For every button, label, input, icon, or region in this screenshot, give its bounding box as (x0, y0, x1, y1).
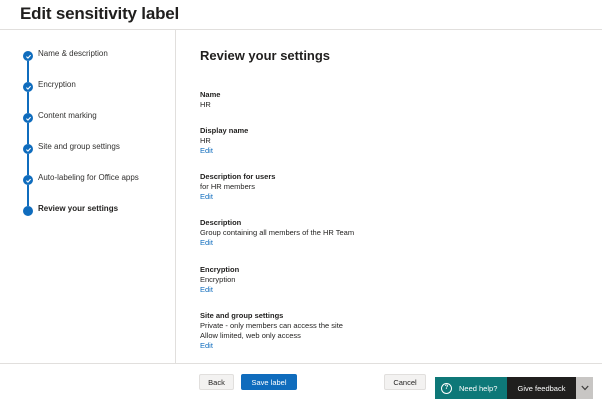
step-label: Name & description (38, 49, 108, 58)
field-value: Allow limited, web only access (200, 331, 301, 340)
field-value: for HR members (200, 182, 256, 191)
field-value: Private - only members can access the si… (200, 321, 343, 330)
need-help-button[interactable]: ? Need help? (435, 377, 507, 399)
page-title: Edit sensitivity label (20, 4, 180, 23)
field-value: Encryption (200, 275, 236, 284)
back-button[interactable]: Back (199, 374, 234, 390)
field-label: Display name (200, 126, 249, 135)
review-encryption: Encryption Encryption Edit (200, 265, 580, 295)
edit-description-link[interactable]: Edit (200, 238, 580, 248)
step-name-description[interactable]: Name & description (0, 49, 176, 71)
review-description: Description Group containing all members… (200, 218, 580, 248)
step-label: Site and group settings (38, 142, 120, 151)
review-display-name: Display name HR Edit (200, 126, 580, 156)
step-site-group-settings[interactable]: Site and group settings (0, 142, 176, 164)
step-content-marking[interactable]: Content marking (0, 111, 176, 133)
step-review-settings[interactable]: Review your settings (0, 204, 176, 226)
sidebar-divider (175, 30, 176, 363)
current-step-dot-icon (23, 206, 33, 216)
footer-divider (0, 363, 602, 364)
field-label: Name (200, 90, 221, 99)
give-feedback-button[interactable]: Give feedback (507, 377, 576, 399)
edit-site-group-link[interactable]: Edit (200, 341, 580, 351)
review-heading: Review your settings (200, 48, 331, 63)
field-label: Description for users (200, 172, 276, 181)
checkmark-icon (23, 82, 33, 92)
give-feedback-label: Give feedback (517, 383, 566, 393)
field-label: Description (200, 218, 242, 227)
review-name: Name HR (200, 90, 580, 110)
step-encryption[interactable]: Encryption (0, 80, 176, 102)
question-icon: ? (441, 382, 452, 394)
step-label: Content marking (38, 111, 97, 120)
save-label-button[interactable]: Save label (241, 374, 297, 390)
edit-display-name-link[interactable]: Edit (200, 146, 580, 156)
need-help-label: Need help? (459, 383, 498, 393)
checkmark-icon (23, 175, 33, 185)
field-label: Encryption (200, 265, 240, 274)
checkmark-icon (23, 113, 33, 123)
step-auto-labeling[interactable]: Auto-labeling for Office apps (0, 173, 176, 195)
checkmark-icon (23, 144, 33, 154)
review-site-group-settings: Site and group settings Private - only m… (200, 311, 580, 351)
step-label: Encryption (38, 80, 76, 89)
field-value: HR (200, 100, 211, 109)
field-label: Site and group settings (200, 311, 284, 320)
review-description-users: Description for users for HR members Edi… (200, 172, 580, 202)
collapse-feedback-button[interactable] (576, 377, 593, 399)
field-value: Group containing all members of the HR T… (200, 228, 355, 237)
edit-encryption-link[interactable]: Edit (200, 285, 580, 295)
step-label: Auto-labeling for Office apps (38, 173, 139, 182)
edit-description-users-link[interactable]: Edit (200, 192, 580, 202)
chevron-down-icon (580, 385, 589, 391)
field-value: HR (200, 136, 211, 145)
checkmark-icon (23, 51, 33, 61)
cancel-button[interactable]: Cancel (384, 374, 426, 390)
step-label: Review your settings (38, 204, 119, 213)
